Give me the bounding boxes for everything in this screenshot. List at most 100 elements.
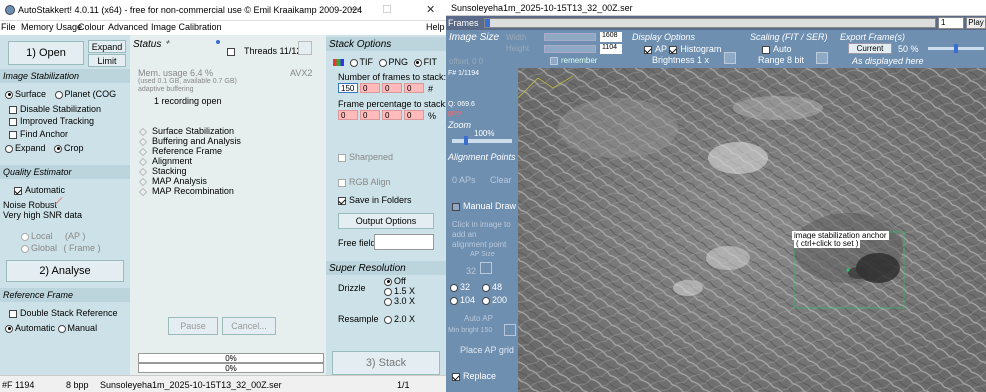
rgb-align-label: RGB Align bbox=[349, 177, 391, 187]
threads-slider[interactable] bbox=[298, 41, 312, 55]
double-stack-checkbox[interactable] bbox=[9, 309, 17, 318]
noise-robust-slider[interactable] bbox=[54, 196, 70, 212]
left-panel: 1) Open Expand Limit Image Stabilization… bbox=[0, 35, 130, 375]
fit-radio[interactable] bbox=[413, 58, 422, 67]
pct-input-4[interactable]: 0 bbox=[404, 110, 424, 120]
crop-radio[interactable] bbox=[54, 144, 63, 153]
local-radio[interactable] bbox=[21, 232, 29, 241]
pause-button[interactable]: Pause bbox=[168, 317, 218, 335]
close-button[interactable]: ✕ bbox=[426, 3, 435, 16]
pct-input-2[interactable]: 0 bbox=[360, 110, 380, 120]
ap-size-104-radio[interactable] bbox=[450, 296, 458, 305]
play-button[interactable]: Play bbox=[966, 17, 986, 29]
planet-radio[interactable] bbox=[54, 90, 63, 99]
stack-options-header: Stack Options bbox=[326, 37, 446, 51]
frames-input-3[interactable]: 0 bbox=[382, 83, 402, 93]
export-scale-slider[interactable] bbox=[928, 44, 984, 53]
stack-button[interactable]: 3) Stack bbox=[332, 351, 440, 375]
remember-checkbox[interactable] bbox=[550, 56, 558, 65]
open-button[interactable]: 1) Open bbox=[8, 41, 84, 65]
range-slider[interactable] bbox=[816, 52, 828, 64]
menu-memory-usage[interactable]: Memory Usage bbox=[21, 22, 82, 32]
frame-slider-thumb[interactable] bbox=[485, 19, 490, 27]
ap-size-48-radio[interactable] bbox=[482, 283, 490, 292]
solar-image-canvas[interactable]: image stabilization anchor ( ctrl+click … bbox=[518, 68, 986, 392]
resample-2x-radio[interactable] bbox=[384, 315, 392, 324]
ap-size-slider[interactable] bbox=[480, 262, 492, 274]
disable-stabilization-checkbox[interactable] bbox=[9, 105, 17, 114]
cancel-button[interactable]: Cancel... bbox=[222, 317, 276, 335]
minimize-button[interactable]: — bbox=[350, 3, 361, 15]
frames-input-1[interactable]: 150 bbox=[338, 83, 358, 93]
width-value: 1608 bbox=[600, 32, 622, 42]
zoom-slider-thumb[interactable] bbox=[464, 136, 468, 145]
output-options-button[interactable]: Output Options bbox=[338, 213, 434, 229]
drizzle-3x-radio[interactable] bbox=[384, 297, 392, 306]
remember-label: remember bbox=[561, 56, 598, 65]
auto-scaling-checkbox[interactable] bbox=[762, 45, 770, 54]
export-current-button[interactable]: Current bbox=[848, 43, 892, 54]
zoom-slider[interactable] bbox=[452, 136, 512, 145]
free-field-input[interactable] bbox=[374, 234, 434, 250]
sunspot-image bbox=[518, 68, 986, 392]
step-icon bbox=[138, 187, 148, 196]
manual-reference-label: Manual bbox=[67, 323, 98, 333]
manual-draw-checkbox[interactable] bbox=[452, 202, 460, 211]
frames-input-4[interactable]: 0 bbox=[404, 83, 424, 93]
frames-input-2[interactable]: 0 bbox=[360, 83, 380, 93]
ap-size-32-radio[interactable] bbox=[450, 283, 458, 292]
drizzle-1-5x-radio[interactable] bbox=[384, 287, 392, 296]
place-ap-grid-button[interactable]: Place AP grid bbox=[460, 345, 514, 355]
ap-checkbox[interactable] bbox=[644, 45, 652, 54]
histogram-checkbox[interactable] bbox=[669, 45, 678, 54]
snr-label: Very high SNR data bbox=[3, 210, 83, 220]
maximize-button[interactable]: ☐ bbox=[382, 3, 392, 16]
find-anchor-checkbox[interactable] bbox=[9, 130, 17, 139]
automatic-reference-radio[interactable] bbox=[5, 324, 13, 333]
analyse-button[interactable]: 2) Analyse bbox=[6, 260, 124, 282]
export-scale-thumb[interactable] bbox=[954, 44, 958, 53]
automatic-checkbox[interactable] bbox=[14, 186, 22, 195]
height-slider[interactable] bbox=[544, 45, 596, 53]
brightness-slider[interactable] bbox=[724, 52, 736, 64]
color-mode: gray bbox=[448, 110, 462, 117]
ap-size-200-radio[interactable] bbox=[482, 296, 490, 305]
pct-input-1[interactable]: 0 bbox=[338, 110, 358, 120]
menu-file[interactable]: File bbox=[1, 22, 16, 32]
expand-button[interactable]: Expand bbox=[88, 40, 126, 53]
alignment-points-label: Alignment Points bbox=[448, 152, 516, 162]
global-radio[interactable] bbox=[21, 244, 29, 253]
menu-advanced[interactable]: Advanced bbox=[108, 22, 148, 32]
drizzle-off-radio[interactable] bbox=[384, 277, 392, 286]
mem-usage-label: Mem. usage 6.4 % bbox=[138, 68, 214, 78]
tif-radio[interactable] bbox=[349, 58, 358, 67]
ser-title-bar: Sunsoleyeha1m_2025-10-15T13_32_00Z.ser bbox=[446, 0, 986, 16]
percentage-to-stack-label: Frame percentage to stack: bbox=[338, 99, 448, 109]
manual-reference-radio[interactable] bbox=[57, 324, 66, 333]
min-bright-slider[interactable] bbox=[504, 324, 516, 336]
menu-help[interactable]: Help bbox=[426, 22, 445, 32]
pct-input-3[interactable]: 0 bbox=[382, 110, 402, 120]
frame-number-input[interactable]: 1 bbox=[938, 17, 964, 29]
pin-icon: ⁺ bbox=[164, 39, 170, 50]
clear-aps-button[interactable]: Clear bbox=[490, 175, 512, 185]
limit-button[interactable]: Limit bbox=[88, 54, 126, 67]
save-in-folders-checkbox[interactable] bbox=[338, 196, 346, 205]
expand-radio[interactable] bbox=[5, 144, 13, 153]
status-checkbox[interactable] bbox=[227, 47, 235, 56]
surface-radio[interactable] bbox=[5, 90, 13, 99]
step-label: Reference Frame bbox=[152, 146, 223, 156]
avx-label: AVX2 bbox=[290, 68, 313, 78]
menu-image-calibration[interactable]: Image Calibration bbox=[151, 22, 222, 32]
save-in-folders-label: Save in Folders bbox=[349, 195, 412, 205]
menu-colour[interactable]: Colour bbox=[78, 22, 105, 32]
replace-checkbox[interactable] bbox=[452, 372, 460, 381]
rgb-align-checkbox[interactable] bbox=[338, 178, 346, 187]
frames-to-stack-label: Number of frames to stack: bbox=[338, 72, 447, 82]
improved-tracking-checkbox[interactable] bbox=[9, 117, 17, 126]
sharpened-checkbox[interactable] bbox=[338, 153, 346, 162]
width-slider[interactable] bbox=[544, 33, 596, 41]
png-radio[interactable] bbox=[378, 58, 387, 67]
frame-slider[interactable] bbox=[484, 18, 936, 28]
image-parameters-panel: Image Size Width 1608 Height 1104 offset… bbox=[446, 30, 986, 68]
